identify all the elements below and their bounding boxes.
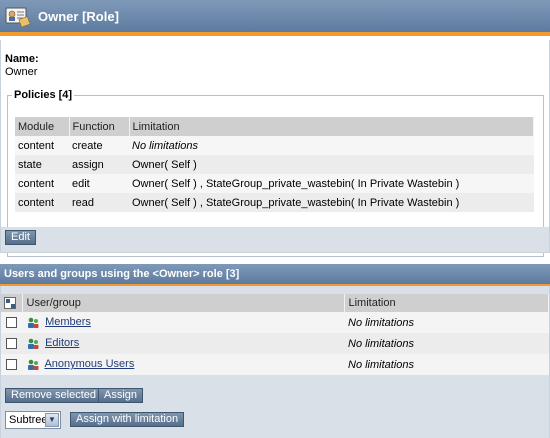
policy-row: content edit Owner( Self ) , StateGroup_… [15,174,534,193]
policy-module: content [15,193,69,212]
policies-header-row: Module Function Limitation [15,117,534,136]
assign-with-limitation-button[interactable]: Assign with limitation [70,412,185,427]
edit-button[interactable]: Edit [5,230,36,245]
column-header-module: Module [15,117,70,136]
column-header-limitation: Limitation [344,294,549,312]
row-limitation: No limitations [344,312,549,333]
policy-function: create [69,136,129,155]
column-header-limitation: Limitation [129,117,534,136]
policies-legend: Policies [4] [14,89,73,101]
role-details: Name: Owner Policies [4] Module Function… [0,40,550,257]
remove-selected-button[interactable]: Remove selected [5,388,102,403]
row-limitation: No limitations [344,333,549,354]
policy-function: read [69,193,129,212]
name-label: Name: [5,53,39,65]
column-header-user-group: User/group [22,294,345,312]
subtree-select[interactable]: Subtree ▼ [5,411,61,429]
policy-module: content [15,136,69,155]
group-link[interactable]: Editors [45,337,79,349]
role-title: Owner [Role] [38,8,119,24]
row-limitation: No limitations [344,354,549,375]
assign-button[interactable]: Assign [98,388,144,403]
user-group-icon [26,359,40,371]
role-header: Owner [Role] [0,0,550,36]
name-value: Owner [5,66,38,78]
chevron-down-icon[interactable]: ▼ [45,413,59,427]
table-row: Editors No limitations [1,333,549,354]
users-header-row: User/group Limitation [1,294,549,312]
group-link[interactable]: Members [45,316,91,328]
user-group-icon [26,317,40,329]
policy-row: content read Owner( Self ) , StateGroup_… [15,193,534,212]
policy-limitation: Owner( Self ) [129,155,534,174]
row-checkbox[interactable] [6,338,17,350]
policy-function: edit [69,174,129,193]
users-table: User/group Limitation Members No limitat… [1,294,549,375]
table-row: Members No limitations [1,312,549,333]
row-checkbox[interactable] [6,359,17,371]
row-checkbox[interactable] [6,317,17,329]
policy-limitation: No limitations [129,136,534,155]
policy-limitation: Owner( Self ) , StateGroup_private_waste… [129,193,534,212]
policy-module: content [15,174,69,193]
users-panel-header: Users and groups using the <Owner> role … [0,264,550,286]
table-row: Anonymous Users No limitations [1,354,549,375]
invert-selection-icon[interactable] [4,297,16,310]
policy-row: content create No limitations [15,136,534,155]
users-panel: User/group Limitation Members No limitat… [0,286,550,438]
policies-table: Module Function Limitation content creat… [15,117,534,212]
subtree-select-value: Subtree [9,414,48,426]
invert-selection-cell[interactable] [1,294,23,312]
role-footer-bar: Edit [0,227,550,253]
role-card-icon [4,4,30,28]
column-header-function: Function [69,117,130,136]
group-link[interactable]: Anonymous Users [44,358,134,370]
policy-function: assign [69,155,129,174]
policy-limitation: Owner( Self ) , StateGroup_private_waste… [129,174,534,193]
policy-module: state [15,155,69,174]
policy-row: state assign Owner( Self ) [15,155,534,174]
user-group-icon [26,338,40,350]
